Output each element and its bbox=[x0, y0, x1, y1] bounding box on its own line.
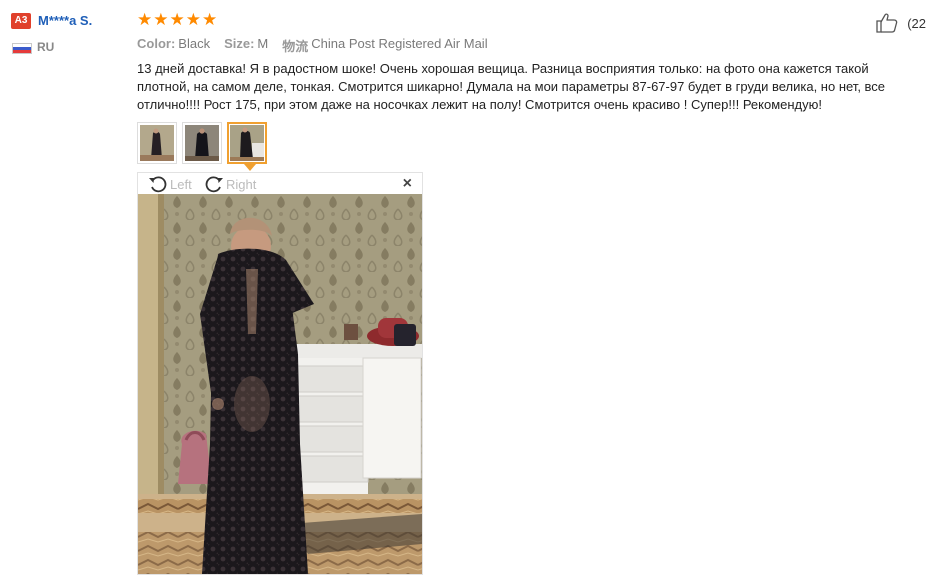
shipping-label: 物流 bbox=[282, 39, 309, 54]
star-icon: ★ bbox=[169, 10, 185, 29]
close-icon[interactable]: × bbox=[403, 175, 412, 193]
active-thumbnail-caret bbox=[244, 164, 256, 171]
review-text-line: 13 дней доставка! Я в радостном шоке! Оч… bbox=[137, 61, 869, 76]
star-icon: ★ bbox=[137, 10, 153, 29]
photo-thumbnail-1[interactable] bbox=[137, 122, 177, 164]
rotate-right-label: Right bbox=[226, 176, 257, 192]
star-icon: ★ bbox=[202, 10, 218, 29]
review-text-line: плотной, на самом деле, тонкая. Смотритс… bbox=[137, 79, 886, 94]
color-value: Black bbox=[178, 36, 211, 51]
photo-thumbnails bbox=[137, 122, 267, 164]
review-text-line: отлично!!!! Рост 175, при этом даже на н… bbox=[137, 97, 823, 112]
reviewer-country: RU bbox=[37, 40, 55, 54]
helpful-count: (22 bbox=[907, 16, 926, 31]
order-attributes: Color: Black Size: M 物流 China Post Regis… bbox=[137, 36, 488, 55]
star-icon: ★ bbox=[153, 10, 169, 29]
user-level-badge: A3 bbox=[11, 13, 31, 29]
thumbs-up-icon[interactable] bbox=[875, 12, 899, 34]
russia-flag-icon bbox=[12, 43, 32, 54]
size-value: M bbox=[257, 36, 269, 51]
rotate-left-label: Left bbox=[170, 176, 192, 192]
color-label: Color: bbox=[137, 36, 176, 51]
review-photo bbox=[138, 194, 422, 574]
rotate-right-icon bbox=[205, 176, 223, 193]
photo-viewer: Left Right × bbox=[137, 172, 423, 575]
rotate-left-icon bbox=[149, 176, 167, 193]
star-icon: ★ bbox=[185, 10, 201, 29]
rotate-left-button[interactable]: Left bbox=[148, 175, 192, 193]
photo-thumbnail-3[interactable] bbox=[227, 122, 267, 164]
viewer-toolbar: Left Right × bbox=[138, 173, 422, 194]
size-label: Size: bbox=[224, 36, 255, 51]
rotate-right-button[interactable]: Right bbox=[204, 175, 256, 193]
shipping-value: China Post Registered Air Mail bbox=[311, 36, 488, 51]
reviewer-name[interactable]: M****a S. bbox=[38, 13, 92, 28]
review-text: 13 дней доставка! Я в радостном шоке! Оч… bbox=[137, 60, 907, 114]
star-rating: ★ ★ ★ ★ ★ bbox=[137, 10, 217, 30]
photo-thumbnail-2[interactable] bbox=[182, 122, 222, 164]
